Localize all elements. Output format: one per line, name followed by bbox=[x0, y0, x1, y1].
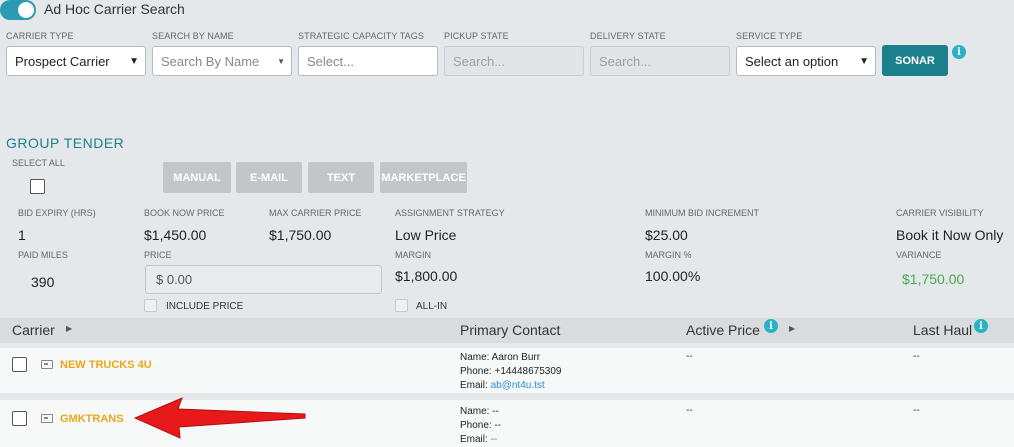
assignment-label: ASSIGNMENT STRATEGY bbox=[395, 208, 505, 218]
carrier-type-select[interactable]: Prospect Carrier ▼ bbox=[6, 46, 146, 76]
sort-arrow-icon[interactable]: ▶ bbox=[66, 324, 72, 333]
info-icon[interactable]: i bbox=[974, 319, 988, 333]
margin-label: MARGIN bbox=[395, 250, 431, 260]
contact-info: Name: -- Phone: -- Email: -- bbox=[460, 405, 501, 447]
info-icon[interactable]: i bbox=[764, 319, 778, 333]
manual-button[interactable]: MANUAL bbox=[163, 162, 231, 193]
delivery-state-placeholder: Search... bbox=[599, 53, 652, 69]
contact-email-link[interactable]: ab@nt4u.tst bbox=[491, 380, 545, 391]
contact-name: Name: -- bbox=[460, 406, 499, 417]
chevron-down-icon: ▼ bbox=[129, 56, 139, 67]
column-last-haul: Last Haul bbox=[913, 322, 973, 338]
carrier-type-value: Prospect Carrier bbox=[15, 53, 110, 69]
bid-expiry-label: BID EXPIRY (HRS) bbox=[18, 208, 96, 218]
margin-pct-label: MARGIN % bbox=[645, 250, 692, 260]
sort-arrow-icon[interactable]: ▶ bbox=[789, 324, 795, 333]
annotation-arrow-icon bbox=[133, 397, 306, 439]
include-price-label: INCLUDE PRICE bbox=[166, 301, 244, 312]
search-by-name-input[interactable]: Search By Name ▼ bbox=[152, 46, 292, 76]
contact-email-label: Email: bbox=[460, 434, 488, 445]
contact-name: Name: Aaron Burr bbox=[460, 352, 541, 363]
delivery-state-input[interactable]: Search... bbox=[590, 46, 730, 76]
table-row: NEW TRUCKS 4U Name: Aaron Burr Phone: +1… bbox=[0, 348, 1014, 393]
variance-label: VARIANCE bbox=[896, 250, 942, 260]
min-bid-value: $25.00 bbox=[645, 227, 688, 243]
search-by-name-label: SEARCH BY NAME bbox=[152, 31, 234, 41]
min-bid-label: MINIMUM BID INCREMENT bbox=[645, 208, 759, 218]
contact-email-link[interactable]: -- bbox=[491, 434, 498, 445]
page-title: Ad Hoc Carrier Search bbox=[44, 1, 185, 17]
ad-hoc-toggle[interactable] bbox=[0, 0, 36, 20]
search-by-name-placeholder: Search By Name bbox=[161, 53, 260, 69]
capacity-tags-label: STRATEGIC CAPACITY TAGS bbox=[298, 31, 424, 41]
paid-miles-value: 390 bbox=[31, 274, 55, 290]
column-active-price[interactable]: Active Price bbox=[686, 322, 760, 338]
carrier-card-icon bbox=[41, 414, 53, 423]
margin-value: $1,800.00 bbox=[395, 268, 458, 284]
chevron-down-icon: ▼ bbox=[277, 57, 285, 66]
capacity-tags-input[interactable]: Select... bbox=[298, 46, 438, 76]
price-label: PRICE bbox=[144, 250, 172, 260]
include-price-checkbox[interactable] bbox=[144, 299, 157, 312]
max-carrier-value: $1,750.00 bbox=[269, 227, 332, 243]
assignment-value: Low Price bbox=[395, 227, 457, 243]
bid-expiry-value: 1 bbox=[18, 227, 26, 243]
carrier-name-link[interactable]: NEW TRUCKS 4U bbox=[60, 359, 152, 371]
service-type-select[interactable]: Select an option ▼ bbox=[736, 46, 876, 76]
contact-phone: Phone: +14448675309 bbox=[460, 366, 562, 377]
pickup-state-input[interactable]: Search... bbox=[444, 46, 584, 76]
pickup-state-placeholder: Search... bbox=[453, 53, 506, 69]
carrier-name-link[interactable]: GMKTRANS bbox=[60, 413, 124, 425]
service-type-value: Select an option bbox=[745, 53, 839, 69]
pickup-state-label: PICKUP STATE bbox=[444, 31, 509, 41]
contact-info: Name: Aaron Burr Phone: +14448675309 Ema… bbox=[460, 351, 562, 393]
select-all-checkbox[interactable] bbox=[30, 179, 45, 194]
delivery-state-label: DELIVERY STATE bbox=[590, 31, 666, 41]
price-input[interactable]: $ 0.00 bbox=[145, 265, 382, 294]
chevron-down-icon: ▼ bbox=[859, 56, 869, 67]
visibility-value: Book it Now Only bbox=[896, 227, 1004, 243]
book-now-label: BOOK NOW PRICE bbox=[144, 208, 225, 218]
column-carrier[interactable]: Carrier bbox=[12, 322, 55, 338]
max-carrier-label: MAX CARRIER PRICE bbox=[269, 208, 362, 218]
service-type-label: SERVICE TYPE bbox=[736, 31, 803, 41]
visibility-label: CARRIER VISIBILITY bbox=[896, 208, 984, 218]
column-primary-contact: Primary Contact bbox=[460, 322, 561, 338]
marketplace-button[interactable]: MARKETPLACE bbox=[380, 162, 467, 193]
contact-phone: Phone: -- bbox=[460, 420, 502, 431]
margin-pct-value: 100.00% bbox=[645, 268, 701, 284]
row-checkbox[interactable] bbox=[12, 411, 27, 426]
row-checkbox[interactable] bbox=[12, 357, 27, 372]
last-haul-value: -- bbox=[913, 405, 920, 416]
capacity-tags-placeholder: Select... bbox=[307, 53, 354, 69]
all-in-checkbox[interactable] bbox=[395, 299, 408, 312]
sonar-button[interactable]: SONAR bbox=[882, 45, 948, 76]
group-tender-title: GROUP TENDER bbox=[6, 135, 125, 151]
active-price-value: -- bbox=[686, 351, 693, 362]
table-header: Carrier ▶ Primary Contact Active Price i… bbox=[0, 318, 1014, 343]
all-in-label: ALL-IN bbox=[416, 301, 448, 312]
select-all-label: SELECT ALL bbox=[12, 158, 65, 168]
last-haul-value: -- bbox=[913, 351, 920, 362]
carrier-type-label: CARRIER TYPE bbox=[6, 31, 74, 41]
text-button[interactable]: TEXT bbox=[308, 162, 374, 193]
paid-miles-label: PAID MILES bbox=[18, 250, 68, 260]
active-price-value: -- bbox=[686, 405, 693, 416]
book-now-value: $1,450.00 bbox=[144, 227, 207, 243]
contact-email-label: Email: bbox=[460, 380, 488, 391]
carrier-card-icon bbox=[41, 360, 53, 369]
email-button[interactable]: E-MAIL bbox=[236, 162, 302, 193]
info-icon[interactable]: i bbox=[952, 45, 966, 59]
toggle-knob bbox=[18, 2, 34, 18]
variance-value: $1,750.00 bbox=[902, 271, 965, 287]
